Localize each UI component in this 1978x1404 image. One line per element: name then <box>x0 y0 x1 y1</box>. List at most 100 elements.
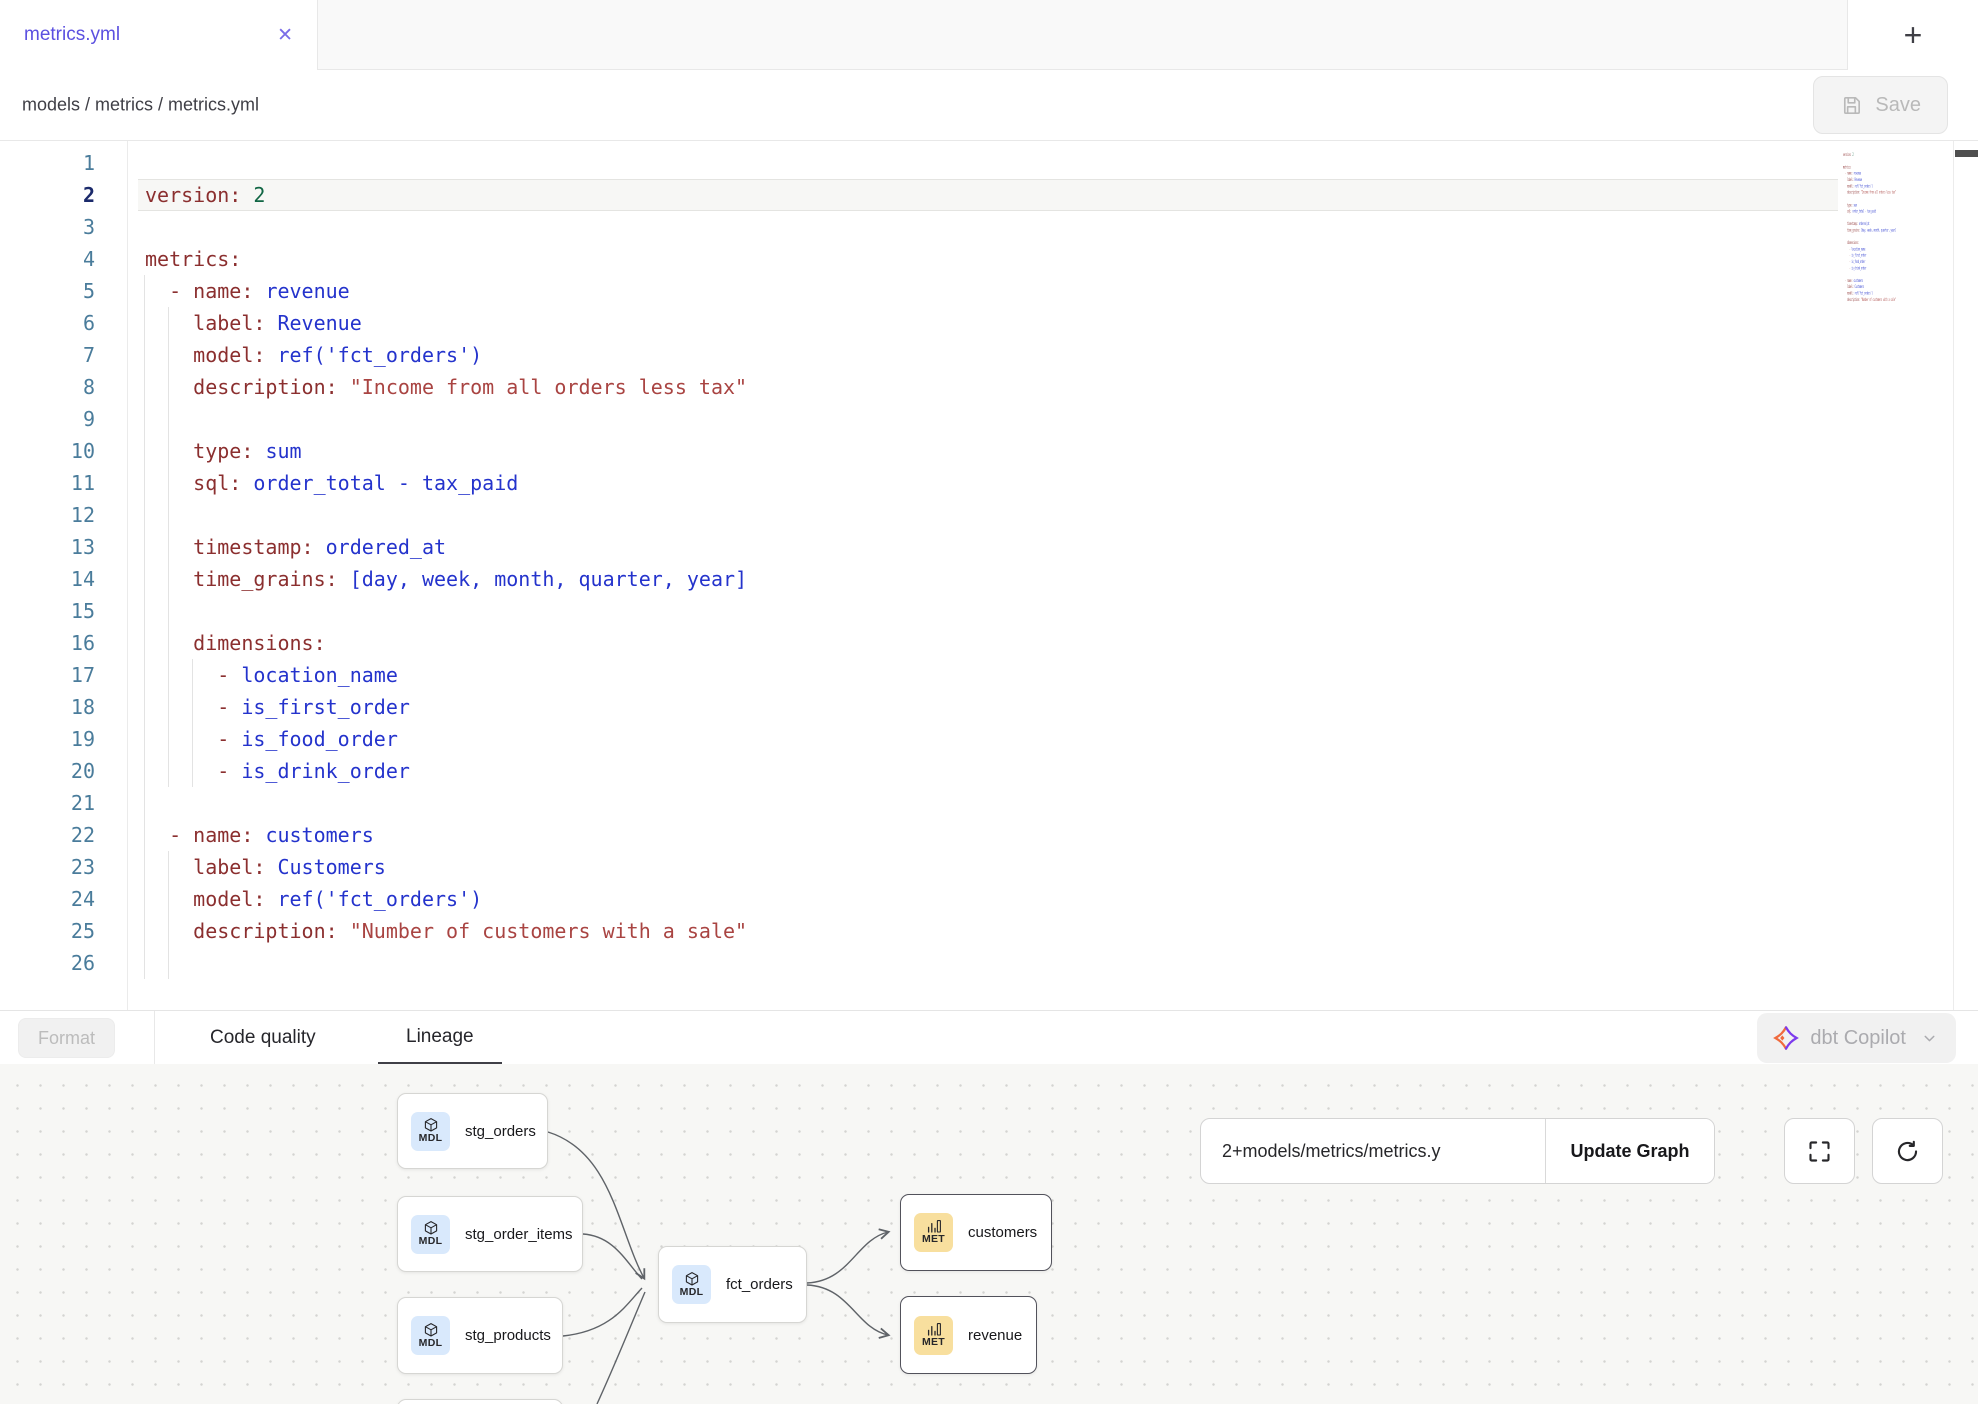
code-text: - name: revenue <box>145 275 350 307</box>
bottom-toolbar: Format Code quality Lineage dbt Copilot <box>0 1010 1978 1064</box>
code-line[interactable]: 22 - name: customers <box>0 819 1978 851</box>
lineage-node-stg_order_items[interactable]: MDL stg_order_items <box>397 1196 583 1272</box>
code-line[interactable]: 3 <box>0 211 1978 243</box>
code-line[interactable]: 7 model: ref('fct_orders') <box>0 339 1978 371</box>
code-line[interactable]: 21 <box>0 787 1978 819</box>
code-token: 2 <box>253 183 265 207</box>
code-line[interactable]: 8 description: "Income from all orders l… <box>0 371 1978 403</box>
line-number: 26 <box>0 947 95 979</box>
code-line[interactable]: 19 - is_food_order <box>0 723 1978 755</box>
line-number: 18 <box>0 691 95 723</box>
format-button[interactable]: Format <box>18 1018 115 1058</box>
code-token: time_grains: <box>193 567 338 591</box>
code-line[interactable]: 15 <box>0 595 1978 627</box>
dbt-copilot-label: dbt Copilot <box>1810 1027 1906 1050</box>
code-line[interactable]: 9 <box>0 403 1978 435</box>
code-editor[interactable]: 12version: 234metrics:5 - name: revenue6… <box>0 141 1978 1010</box>
tab-metrics-yml[interactable]: metrics.yml ✕ <box>0 0 318 70</box>
lineage-node-stg_orders[interactable]: MDLstg_orders <box>397 1093 548 1169</box>
line-number: 10 <box>0 435 95 467</box>
code-line[interactable]: 14 time_grains: [day, week, month, quart… <box>0 563 1978 595</box>
lineage-filter-input[interactable] <box>1201 1119 1545 1183</box>
fullscreen-button[interactable] <box>1784 1118 1855 1184</box>
model-badge: MDL <box>411 1215 450 1254</box>
badge-type-label: MET <box>922 1337 945 1349</box>
tab-lineage[interactable]: Lineage <box>378 1011 502 1065</box>
code-line[interactable]: 25 description: "Number of customers wit… <box>0 915 1978 947</box>
tab-strip-empty <box>318 0 1847 70</box>
code-line[interactable]: 11 sql: order_total - tax_paid <box>0 467 1978 499</box>
tab-title: metrics.yml <box>24 24 120 46</box>
lineage-node-revenue[interactable]: METrevenue <box>900 1296 1037 1374</box>
update-graph-button[interactable]: Update Graph <box>1545 1119 1714 1183</box>
lineage-node-customers[interactable]: METcustomers <box>900 1194 1052 1271</box>
dbt-copilot-button[interactable]: dbt Copilot <box>1757 1013 1956 1063</box>
code-text: metrics: <box>145 243 241 275</box>
code-line[interactable]: 2version: 2 <box>0 179 1978 211</box>
code-token: sum <box>1854 203 1857 208</box>
code-token: Customers <box>1855 284 1865 289</box>
line-number: 12 <box>0 499 95 531</box>
line-number: 5 <box>0 275 95 307</box>
code-text: model: ref('fct_orders') <box>145 883 482 915</box>
edge-fct-orders-revenue <box>807 1285 888 1335</box>
code-line[interactable]: 6 label: Revenue <box>0 307 1978 339</box>
code-line[interactable]: 17 - location_name <box>0 659 1978 691</box>
minimap-content: version: 2metrics: - name: revenue label… <box>1843 145 1905 309</box>
code-line[interactable]: 16 dimensions: <box>0 627 1978 659</box>
code-token: order_total - tax_paid <box>1853 209 1876 214</box>
code-area[interactable]: 12version: 234metrics:5 - name: revenue6… <box>0 147 1978 979</box>
code-line[interactable]: 24 model: ref('fct_orders') <box>0 883 1978 915</box>
line-number: 24 <box>0 883 95 915</box>
code-line[interactable]: 13 timestamp: ordered_at <box>0 531 1978 563</box>
code-token: Revenue <box>277 311 361 335</box>
lineage-node-stg_products[interactable]: MDLstg_products <box>397 1297 563 1374</box>
new-tab-button[interactable]: + <box>1904 19 1923 51</box>
scrollbar-cursor-marker <box>1955 150 1978 157</box>
code-text: description: "Number of customers with a… <box>145 915 747 947</box>
code-line[interactable]: 20 - is_drink_order <box>0 755 1978 787</box>
code-line[interactable]: 26 <box>0 947 1978 979</box>
model-badge: MDL <box>672 1265 711 1304</box>
indent-guide <box>144 595 145 627</box>
tab-code-quality[interactable]: Code quality <box>210 1011 316 1065</box>
code-line[interactable]: 12 <box>0 499 1978 531</box>
save-button[interactable]: Save <box>1813 76 1948 134</box>
close-tab-icon[interactable]: ✕ <box>277 26 293 45</box>
code-token: - <box>217 759 241 783</box>
code-text: sql: order_total - tax_paid <box>145 467 518 499</box>
code-token: "Number of customers with a sale" <box>350 919 747 943</box>
lineage-canvas[interactable]: MDLstg_orders MDL stg_order_items MDLstg_pr… <box>0 1064 1978 1404</box>
toolbar-divider <box>154 1011 155 1064</box>
new-tab-zone: + <box>1847 0 1978 70</box>
code-line[interactable]: 1 <box>0 147 1978 179</box>
code-line[interactable]: 5 - name: revenue <box>0 275 1978 307</box>
line-number: 23 <box>0 851 95 883</box>
code-token: - <box>217 695 241 719</box>
cube-icon <box>423 1322 439 1338</box>
minimap[interactable]: version: 2metrics: - name: revenue label… <box>1843 145 1948 325</box>
code-token: customers <box>265 823 373 847</box>
code-line[interactable]: 18 - is_first_order <box>0 691 1978 723</box>
code-line[interactable]: 4metrics: <box>0 243 1978 275</box>
code-text: description: "Income from all orders les… <box>145 371 747 403</box>
indent-guide <box>144 499 145 531</box>
metric-badge: MET <box>914 1316 953 1355</box>
lineage-node-fct_orders[interactable]: MDLfct_orders <box>658 1246 807 1323</box>
code-token: model: <box>193 887 265 911</box>
code-line[interactable]: 23 label: Customers <box>0 851 1978 883</box>
code-token: label: <box>193 311 265 335</box>
scrollbar-track[interactable] <box>1953 141 1954 1010</box>
lineage-node-partial[interactable] <box>397 1399 563 1404</box>
chevron-down-icon <box>1921 1030 1938 1047</box>
node-label: stg_order_items <box>465 1226 573 1243</box>
code-token: is_food_order <box>1851 259 1865 264</box>
line-number: 3 <box>0 211 95 243</box>
refresh-button[interactable] <box>1872 1118 1943 1184</box>
code-line[interactable]: 10 type: sum <box>0 435 1978 467</box>
dbt-copilot-icon <box>1773 1025 1799 1051</box>
code-token: customers <box>1854 278 1864 283</box>
code-token: description: <box>1847 297 1860 302</box>
code-token: ref('fct_orders') <box>1855 291 1873 296</box>
node-label: customers <box>968 1224 1037 1241</box>
